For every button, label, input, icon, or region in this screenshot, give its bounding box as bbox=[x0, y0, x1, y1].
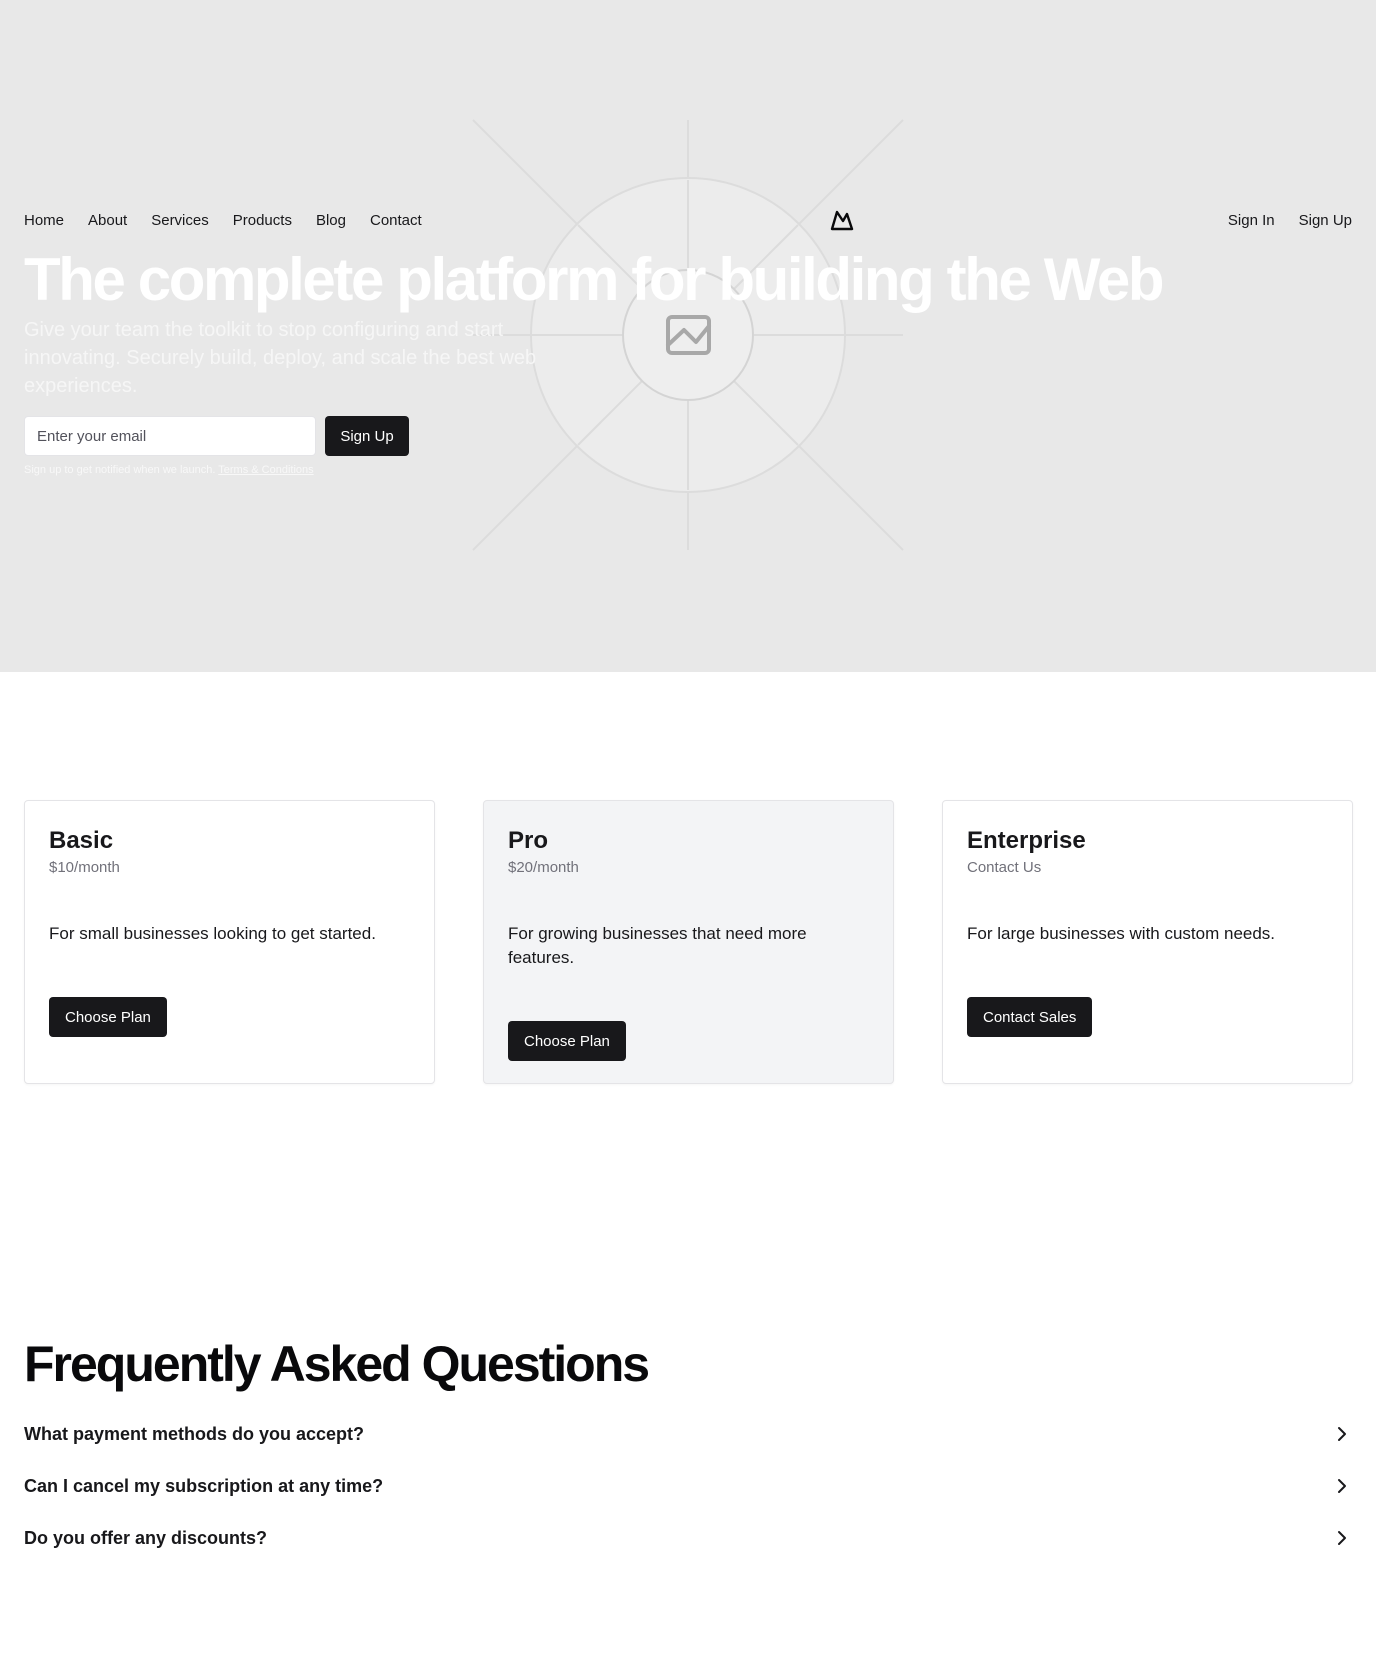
faq-item[interactable]: Can I cancel my subscription at any time… bbox=[24, 1460, 1352, 1512]
faq-title: Frequently Asked Questions bbox=[24, 1336, 650, 1392]
plan-name: Enterprise bbox=[967, 827, 1086, 854]
email-input[interactable] bbox=[24, 416, 316, 456]
plan-price: $10/month bbox=[49, 859, 120, 876]
hero-title: The complete platform for building the W… bbox=[24, 246, 1165, 313]
plan-description: For small businesses looking to get star… bbox=[49, 924, 376, 943]
choose-plan-basic-button[interactable]: Choose Plan bbox=[49, 997, 167, 1037]
terms-link[interactable]: Terms & Conditions bbox=[218, 464, 313, 476]
nav-link-home[interactable]: Home bbox=[24, 212, 64, 229]
choose-plan-pro-button[interactable]: Choose Plan bbox=[508, 1021, 626, 1061]
faq-question: Do you offer any discounts? bbox=[24, 1527, 268, 1548]
top-nav: Home About Services Products Blog Contac… bbox=[24, 206, 1352, 234]
chevron-right-icon bbox=[1338, 1531, 1346, 1545]
sign-up-link[interactable]: Sign Up bbox=[1299, 212, 1352, 229]
plan-price: $20/month bbox=[508, 859, 579, 876]
plan-card-basic: Basic $10/month For small businesses loo… bbox=[24, 800, 435, 1084]
faq-question: Can I cancel my subscription at any time… bbox=[24, 1475, 384, 1496]
nav-link-services[interactable]: Services bbox=[151, 212, 209, 229]
plan-card-pro: Pro $20/month For growing businesses tha… bbox=[483, 800, 894, 1084]
nav-links: Home About Services Products Blog Contac… bbox=[24, 212, 422, 229]
nav-link-blog[interactable]: Blog bbox=[316, 212, 346, 229]
chevron-right-icon bbox=[1338, 1427, 1346, 1441]
hero-subtitle: Give your team the toolkit to stop confi… bbox=[24, 319, 537, 397]
plan-description: For growing businesses that need more fe… bbox=[508, 924, 807, 967]
pricing-section: Basic $10/month For small businesses loo… bbox=[24, 800, 1353, 1084]
signup-note: Sign up to get notified when we launch. … bbox=[24, 464, 314, 476]
faq-question: What payment methods do you accept? bbox=[24, 1423, 365, 1444]
faq-list: What payment methods do you accept? Can … bbox=[24, 1408, 1352, 1564]
chevron-right-icon bbox=[1338, 1479, 1346, 1493]
plan-name: Basic bbox=[49, 827, 114, 854]
nav-link-products[interactable]: Products bbox=[233, 212, 292, 229]
nav-link-about[interactable]: About bbox=[88, 212, 127, 229]
logo-icon[interactable] bbox=[828, 206, 856, 234]
plan-price: Contact Us bbox=[967, 859, 1042, 876]
faq-item[interactable]: What payment methods do you accept? bbox=[24, 1408, 1352, 1460]
signup-form: Sign Up bbox=[24, 416, 409, 456]
plan-description: For large businesses with custom needs. bbox=[967, 924, 1276, 943]
hero-section: Home About Services Products Blog Contac… bbox=[0, 0, 1376, 672]
nav-link-contact[interactable]: Contact bbox=[370, 212, 422, 229]
sign-in-link[interactable]: Sign In bbox=[1228, 212, 1275, 229]
contact-sales-button[interactable]: Contact Sales bbox=[967, 997, 1093, 1037]
auth-links: Sign In Sign Up bbox=[1228, 212, 1352, 229]
faq-item[interactable]: Do you offer any discounts? bbox=[24, 1512, 1352, 1564]
signup-button[interactable]: Sign Up bbox=[325, 416, 409, 456]
plan-name: Pro bbox=[508, 827, 549, 854]
signup-note-text: Sign up to get notified when we launch. bbox=[24, 464, 216, 476]
plan-card-enterprise: Enterprise Contact Us For large business… bbox=[942, 800, 1353, 1084]
